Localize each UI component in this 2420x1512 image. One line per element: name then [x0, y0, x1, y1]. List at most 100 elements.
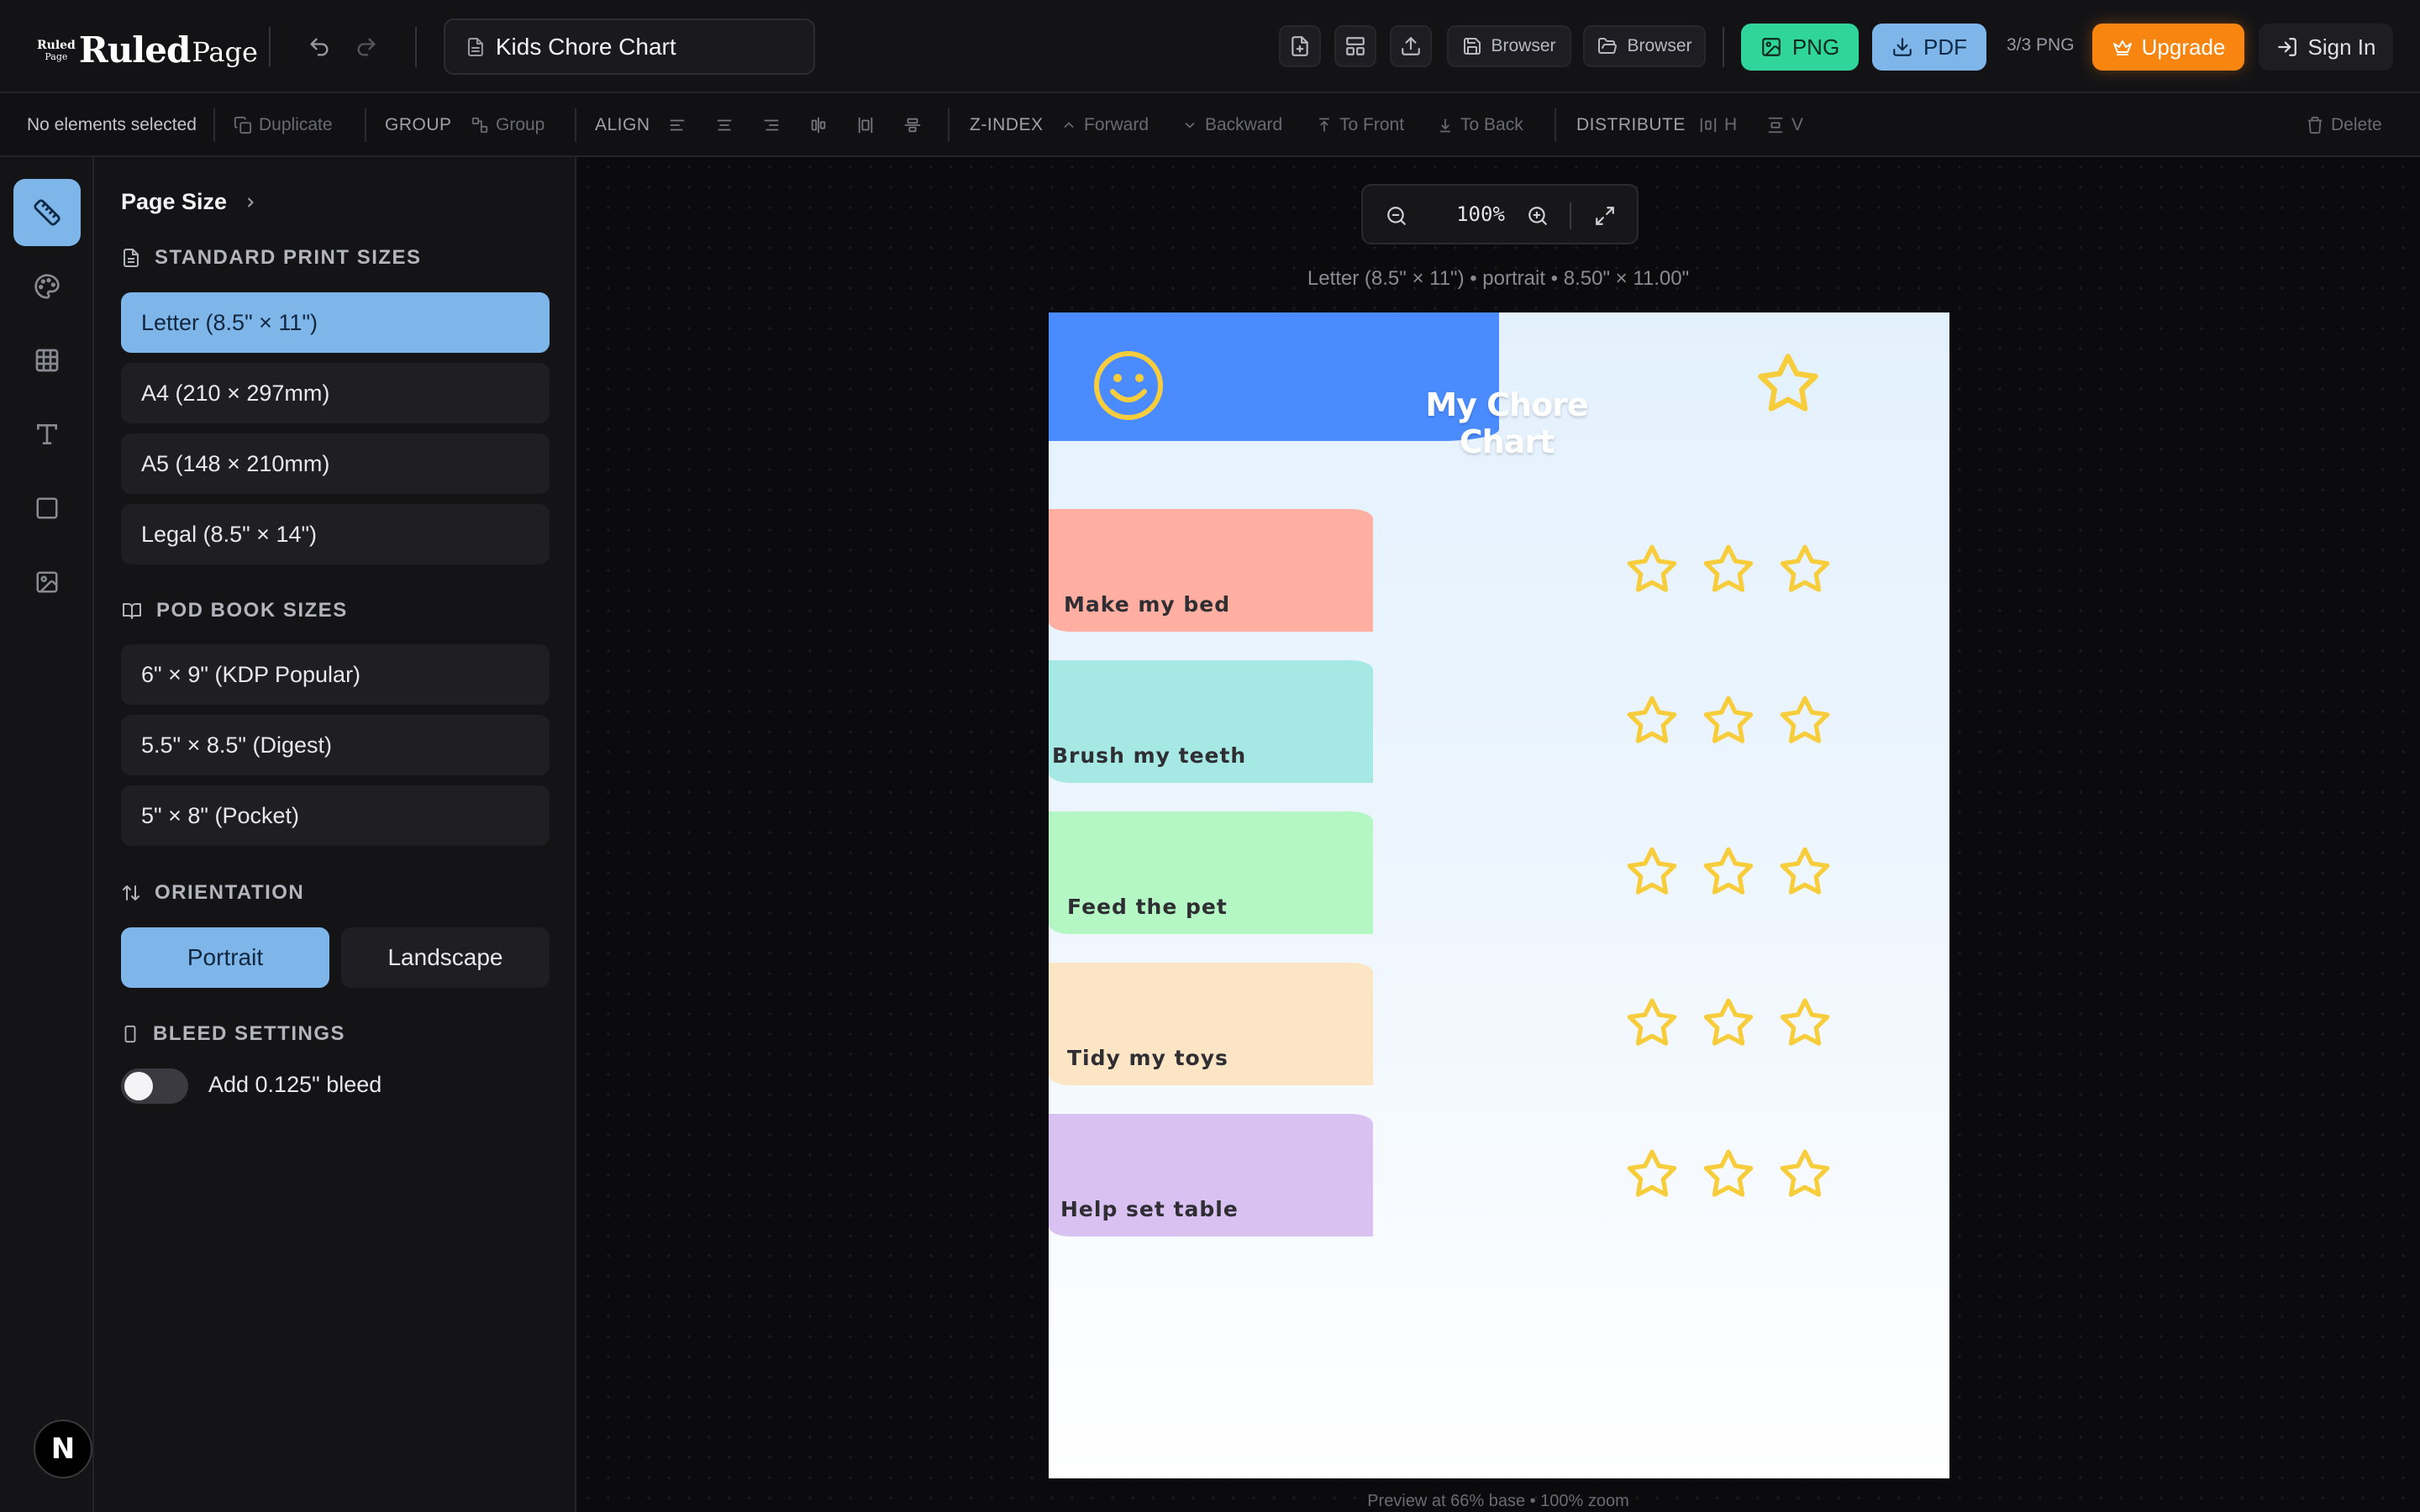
- bleed-heading: BLEED SETTINGS: [121, 1022, 345, 1046]
- size-option-pocket[interactable]: 5" × 8" (Pocket): [121, 785, 550, 846]
- landscape-button[interactable]: Landscape: [341, 927, 550, 988]
- star-icon[interactable]: [1701, 543, 1756, 596]
- portrait-button[interactable]: Portrait: [121, 927, 329, 988]
- redo-button[interactable]: [350, 30, 383, 64]
- new-file-button[interactable]: [1279, 25, 1321, 67]
- distribute-horizontal-button[interactable]: H: [1699, 112, 1737, 139]
- forward-label: Forward: [1084, 115, 1150, 134]
- arrow-up-down-icon: [123, 885, 139, 900]
- align-top-icon[interactable]: [807, 113, 830, 137]
- group-button[interactable]: Group: [471, 112, 544, 139]
- upload-button[interactable]: [1390, 25, 1432, 67]
- star-icon[interactable]: [1777, 543, 1833, 596]
- standard-sizes-heading: STANDARD PRINT SIZES: [121, 246, 422, 270]
- document-title-input[interactable]: [495, 33, 813, 60]
- preview-info: Preview at 66% base • 100% zoom: [1367, 1492, 1629, 1510]
- send-backward-button[interactable]: Backward: [1181, 112, 1282, 139]
- export-pdf-button[interactable]: PDF: [1872, 24, 1986, 71]
- fit-screen-button[interactable]: [1588, 199, 1622, 233]
- grid-tool[interactable]: [13, 327, 81, 394]
- sign-in-label: Sign In: [2307, 34, 2376, 60]
- star-icon[interactable]: [1777, 996, 1833, 1050]
- star-icon[interactable]: [1624, 1147, 1680, 1201]
- separator: [948, 108, 950, 142]
- selection-status: No elements selected: [27, 115, 197, 134]
- distribute-vertical-button[interactable]: V: [1766, 112, 1803, 139]
- chore-label: Help set table: [1060, 1197, 1239, 1221]
- toggle-knob: [124, 1072, 153, 1100]
- document-page[interactable]: My Chore Chart Make my bed Brush my teeth…: [1049, 312, 1949, 1478]
- delete-button[interactable]: Delete: [2306, 112, 2382, 139]
- panel-title[interactable]: Page Size: [121, 189, 259, 215]
- document-icon: [124, 249, 139, 267]
- zoom-level: 100%: [1456, 202, 1505, 226]
- star-icon[interactable]: [1701, 694, 1756, 748]
- backward-label: Backward: [1205, 115, 1283, 134]
- page-size-tool[interactable]: [13, 179, 81, 246]
- star-icon[interactable]: [1624, 996, 1680, 1050]
- chore-row[interactable]: Feed the pet: [1049, 811, 1373, 934]
- bleed-toggle[interactable]: [121, 1068, 188, 1104]
- size-option-a4[interactable]: A4 (210 × 297mm): [121, 363, 550, 423]
- send-to-back-button[interactable]: To Back: [1437, 112, 1523, 139]
- bring-forward-button[interactable]: Forward: [1060, 112, 1149, 139]
- chore-row[interactable]: Tidy my toys: [1049, 963, 1373, 1085]
- star-icon[interactable]: [1701, 845, 1756, 899]
- distribute-v-label: V: [1791, 115, 1804, 134]
- star-icon[interactable]: [1777, 1147, 1833, 1201]
- size-option-digest[interactable]: 5.5" × 8.5" (Digest): [121, 715, 550, 775]
- separator: [213, 108, 215, 142]
- align-center-icon[interactable]: [713, 113, 736, 137]
- bring-to-front-button[interactable]: To Front: [1316, 112, 1404, 139]
- theme-tool[interactable]: [13, 253, 81, 320]
- chore-row[interactable]: Make my bed: [1049, 509, 1373, 632]
- image-icon: [1761, 38, 1781, 56]
- star-icon[interactable]: [1624, 845, 1680, 899]
- size-option-legal[interactable]: Legal (8.5" × 14"): [121, 504, 550, 564]
- sign-in-button[interactable]: Sign In: [2259, 24, 2393, 71]
- chore-row[interactable]: Help set table: [1049, 1114, 1373, 1236]
- orientation-heading: ORIENTATION: [121, 881, 304, 905]
- align-bottom-icon[interactable]: [901, 113, 924, 137]
- star-icon[interactable]: [1701, 1147, 1756, 1201]
- open-from-browser-button[interactable]: Browser: [1583, 25, 1706, 67]
- align-left-icon[interactable]: [666, 113, 689, 137]
- undo-button[interactable]: [302, 30, 336, 64]
- align-section-label: ALIGN: [595, 115, 650, 134]
- star-icon[interactable]: [1754, 351, 1822, 417]
- star-icon[interactable]: [1624, 694, 1680, 748]
- star-icon[interactable]: [1701, 996, 1756, 1050]
- separator: [1723, 27, 1724, 67]
- zoom-in-icon: [1528, 207, 1547, 225]
- shape-tool[interactable]: [13, 475, 81, 542]
- chart-title[interactable]: My Chore Chart: [1385, 386, 1628, 460]
- star-icon[interactable]: [1624, 543, 1680, 596]
- smiley-face-icon[interactable]: [1092, 349, 1165, 422]
- export-png-button[interactable]: PNG: [1741, 24, 1859, 71]
- zoom-out-button[interactable]: [1380, 199, 1413, 233]
- templates-button[interactable]: [1334, 25, 1376, 67]
- n-badge[interactable]: N: [34, 1420, 92, 1478]
- size-option-letter[interactable]: Letter (8.5" × 11"): [121, 292, 550, 353]
- group-label: Group: [496, 115, 545, 134]
- to-front-label: To Front: [1339, 115, 1405, 134]
- export-pdf-label: PDF: [1923, 34, 1967, 60]
- save-to-browser-button[interactable]: Browser: [1447, 25, 1571, 67]
- chore-row[interactable]: Brush my teeth: [1049, 660, 1373, 783]
- bleed-label: Add 0.125" bleed: [208, 1072, 382, 1097]
- size-option-kdp[interactable]: 6" × 9" (KDP Popular): [121, 644, 550, 705]
- text-tool[interactable]: [13, 401, 81, 468]
- upgrade-button[interactable]: Upgrade: [2092, 24, 2244, 71]
- star-icon[interactable]: [1777, 694, 1833, 748]
- chore-label: Tidy my toys: [1067, 1046, 1228, 1070]
- chore-label: Make my bed: [1064, 592, 1231, 617]
- zoom-in-button[interactable]: [1521, 199, 1555, 233]
- duplicate-button[interactable]: Duplicate: [234, 112, 333, 139]
- align-middle-icon[interactable]: [854, 113, 877, 137]
- image-tool[interactable]: [13, 549, 81, 616]
- star-icon[interactable]: [1777, 845, 1833, 899]
- logo[interactable]: Ruled Page Ruled Page: [37, 24, 258, 71]
- size-option-a5[interactable]: A5 (148 × 210mm): [121, 433, 550, 494]
- align-right-icon[interactable]: [760, 113, 783, 137]
- document-title-field[interactable]: [444, 18, 815, 75]
